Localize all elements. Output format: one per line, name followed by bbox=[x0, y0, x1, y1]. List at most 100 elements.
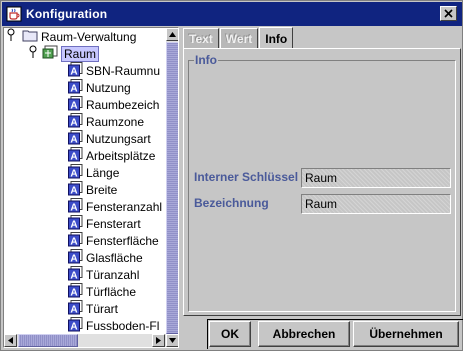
tree-attribute-item[interactable]: A SBN-Raumnu bbox=[68, 61, 161, 80]
horizontal-scrollbar[interactable] bbox=[4, 334, 166, 347]
vertical-scrollbar[interactable] bbox=[166, 28, 178, 347]
tree-attribute-label: Türfläche bbox=[86, 284, 137, 299]
tree-attribute-item[interactable]: A Glasfläche bbox=[68, 248, 143, 266]
attribute-icon: A bbox=[68, 163, 83, 182]
attribute-icon: A bbox=[68, 197, 83, 216]
svg-text:A: A bbox=[70, 151, 77, 162]
svg-text:A: A bbox=[70, 83, 77, 94]
attribute-icon: A bbox=[68, 146, 83, 165]
tree-attribute-item[interactable]: A Arbeitsplätze bbox=[68, 146, 156, 165]
tree-attribute-label: Nutzung bbox=[86, 80, 131, 95]
svg-text:A: A bbox=[70, 202, 77, 213]
svg-text:A: A bbox=[70, 185, 77, 196]
expand-handle-icon[interactable] bbox=[28, 45, 38, 62]
apply-button[interactable]: Übernehmen bbox=[353, 321, 459, 347]
svg-text:A: A bbox=[70, 321, 77, 332]
tab-bar: Text Wert Info bbox=[183, 27, 294, 49]
svg-text:A: A bbox=[70, 134, 77, 145]
folder-icon bbox=[22, 29, 38, 45]
attribute-icon: A bbox=[68, 112, 83, 131]
info-tab-panel: Info Interner Schlüssel Raum Bezeichnung… bbox=[183, 48, 461, 316]
close-icon bbox=[444, 9, 453, 18]
close-button[interactable] bbox=[440, 6, 457, 21]
tree-attribute-item[interactable]: A Türart bbox=[68, 299, 119, 318]
tree-attribute-item[interactable]: A Fensterart bbox=[68, 214, 141, 233]
tree-attribute-item[interactable]: A Raumbezeich bbox=[68, 95, 160, 114]
cancel-button[interactable]: Abbrechen bbox=[258, 321, 350, 347]
attribute-icon: A bbox=[68, 180, 83, 199]
tree-attribute-label: Länge bbox=[86, 165, 120, 180]
info-group: Info Interner Schlüssel Raum Bezeichnung… bbox=[188, 53, 456, 312]
svg-text:A: A bbox=[70, 66, 77, 77]
title-bar[interactable]: Konfiguration bbox=[2, 2, 462, 26]
tree-attribute-label: Glasfläche bbox=[86, 250, 143, 265]
tab-info[interactable]: Info bbox=[259, 27, 294, 49]
tree-attribute-label: Fensterart bbox=[86, 216, 141, 231]
tree-attribute-label: Fussboden-Fl bbox=[86, 318, 160, 333]
tree-attribute-label: Türart bbox=[86, 301, 119, 316]
attribute-icon: A bbox=[68, 214, 83, 233]
designation-label: Bezeichnung bbox=[194, 196, 269, 210]
svg-text:A: A bbox=[70, 117, 77, 128]
tree-attribute-label: SBN-Raumnu bbox=[86, 63, 161, 78]
designation-field[interactable]: Raum bbox=[301, 194, 451, 214]
attribute-icon: A bbox=[68, 95, 83, 114]
arrow-down-icon bbox=[169, 338, 176, 343]
attribute-icon: A bbox=[68, 265, 83, 284]
arrow-left-icon bbox=[8, 337, 13, 344]
tree-attribute-item[interactable]: A Länge bbox=[68, 163, 120, 182]
attribute-icon: A bbox=[68, 231, 83, 250]
arrow-up-icon bbox=[169, 32, 176, 37]
ok-button[interactable]: OK bbox=[209, 321, 251, 347]
attribute-icon: A bbox=[68, 316, 83, 335]
tab-wert[interactable]: Wert bbox=[219, 28, 259, 49]
tree-attribute-label: Türanzahl bbox=[86, 267, 140, 282]
tree-attribute-label: Breite bbox=[86, 182, 118, 197]
internal-key-label: Interner Schlüssel bbox=[194, 170, 299, 184]
scroll-left-button[interactable] bbox=[4, 334, 17, 347]
tree-attribute-label: Raumbezeich bbox=[86, 97, 160, 112]
attribute-icon: A bbox=[68, 78, 83, 97]
tree-attribute-item[interactable]: A Nutzungsart bbox=[68, 129, 151, 148]
table-node-icon bbox=[42, 45, 58, 62]
svg-text:A: A bbox=[70, 287, 77, 298]
horizontal-scroll-thumb[interactable] bbox=[18, 334, 78, 347]
tree-attribute-item[interactable]: A Breite bbox=[68, 180, 118, 199]
scroll-up-button[interactable] bbox=[166, 28, 178, 41]
attribute-icon: A bbox=[68, 282, 83, 301]
attribute-icon: A bbox=[68, 129, 83, 148]
attribute-icon: A bbox=[68, 61, 83, 80]
tree-attribute-item[interactable]: A Fensteranzahl bbox=[68, 197, 163, 216]
tree-attribute-label: Raumzone bbox=[86, 114, 145, 129]
window-title: Konfiguration bbox=[26, 7, 108, 21]
tree-attribute-item[interactable]: A Nutzung bbox=[68, 78, 131, 97]
tab-text[interactable]: Text bbox=[183, 28, 219, 49]
svg-text:A: A bbox=[70, 100, 77, 111]
tree-attribute-item[interactable]: A Fussboden-Fl bbox=[68, 316, 160, 335]
tree-attribute-item[interactable]: A Fensterfläche bbox=[68, 231, 159, 250]
scroll-right-button[interactable] bbox=[152, 334, 165, 347]
expand-handle-icon[interactable] bbox=[6, 28, 16, 45]
svg-text:A: A bbox=[70, 168, 77, 179]
tree-attribute-label: Nutzungsart bbox=[86, 131, 151, 146]
configuration-window: Konfiguration Raum-Verwaltung Raum A SBN… bbox=[0, 0, 463, 351]
tree-attribute-label: Fensteranzahl bbox=[86, 199, 163, 214]
attribute-icon: A bbox=[68, 299, 83, 318]
svg-text:A: A bbox=[70, 236, 77, 247]
tree-attribute-item[interactable]: A Türanzahl bbox=[68, 265, 140, 284]
svg-text:A: A bbox=[70, 253, 77, 264]
tree-attribute-item[interactable]: A Raumzone bbox=[68, 112, 145, 131]
tree-panel[interactable]: Raum-Verwaltung Raum A SBN-Raumnu A Nutzung… bbox=[3, 27, 179, 348]
vertical-scroll-thumb[interactable] bbox=[166, 42, 178, 334]
svg-text:A: A bbox=[70, 219, 77, 230]
java-cup-icon bbox=[6, 6, 22, 22]
tree-attribute-item[interactable]: A Türfläche bbox=[68, 282, 137, 301]
tree-root-node[interactable]: Raum-Verwaltung bbox=[6, 28, 136, 45]
svg-text:A: A bbox=[70, 304, 77, 315]
tree-attribute-label: Fensterfläche bbox=[86, 233, 159, 248]
arrow-right-icon bbox=[156, 337, 161, 344]
internal-key-field[interactable]: Raum bbox=[301, 168, 451, 188]
tree-attribute-label: Arbeitsplätze bbox=[86, 148, 156, 163]
tree-node-raum[interactable]: Raum bbox=[28, 45, 100, 62]
scroll-down-button[interactable] bbox=[166, 334, 178, 347]
